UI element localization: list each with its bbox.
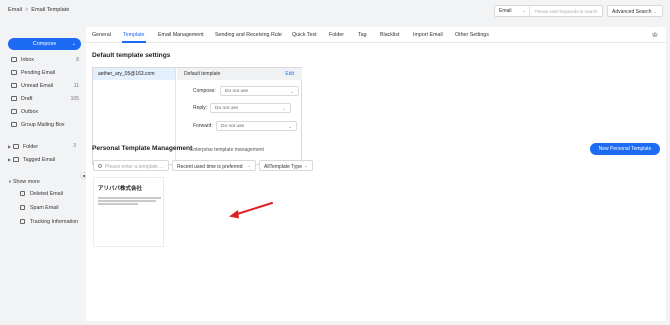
tab-email-management[interactable]: Email Management [158, 32, 204, 38]
help-icon[interactable]: ♔ [652, 31, 658, 39]
tab-general[interactable]: General [92, 32, 111, 38]
sort-select[interactable]: Recent used time is preferred ⌄ [172, 160, 256, 171]
sidebar-item-folder[interactable]: ▶ Folder 3 [8, 142, 78, 151]
search-box: Email ⌄ Please enter keywords to search [494, 5, 603, 17]
compose-label: Compose: [193, 88, 216, 94]
chevron-down-icon: ⌄ [653, 8, 658, 14]
tab-template[interactable]: Template [123, 32, 145, 38]
chevron-down-icon: ⌄ [522, 8, 526, 13]
template-preview-line [98, 200, 156, 202]
red-arrow-annotation [229, 202, 273, 219]
tab-quick-text[interactable]: Quick Text [292, 32, 317, 38]
sidebar-item-pending[interactable]: Pending Email [11, 69, 81, 78]
search-input[interactable]: Please enter keywords to search [535, 9, 597, 14]
tab-import-email[interactable]: Import Email [413, 32, 443, 38]
chevron-down-icon: ⌄ [247, 163, 251, 168]
group-icon [11, 122, 17, 128]
forward-template-select[interactable]: Do not use ⌄ [216, 121, 297, 131]
enterprise-template-link[interactable]: Enterprise template management [190, 147, 264, 153]
tab-tag[interactable]: Tag [358, 32, 367, 38]
top-bar: Email > Email Template Email ⌄ Please enter… [0, 0, 670, 20]
sidebar-item-unread[interactable]: Unread Email 11 [11, 82, 81, 91]
template-preview-line [98, 203, 138, 205]
draft-icon [11, 96, 17, 102]
default-settings-title: Default template settings [92, 52, 171, 59]
template-preview-line [98, 197, 161, 199]
template-card[interactable]: アリババ株式会社 [93, 177, 164, 247]
chevron-down-icon: ⌄ [288, 123, 292, 129]
compose-button[interactable]: Compose ⌄ [8, 38, 81, 50]
breadcrumb-email[interactable]: Email [8, 7, 22, 13]
edit-link[interactable]: Edit [285, 71, 294, 77]
search-icon [98, 163, 102, 168]
breadcrumb: Email > Email Template [8, 7, 69, 13]
tab-blacklist[interactable]: Blacklist [380, 32, 399, 38]
main-panel: General Template Email Management Sendin… [86, 27, 666, 321]
settings-tabs: General Template Email Management Sendin… [86, 27, 666, 43]
sidebar: Compose ⌄ Inbox 8 Pending Email Unread Ema… [0, 28, 84, 325]
sidebar-item-draft[interactable]: Draft 105 [11, 95, 81, 104]
active-tab-indicator [122, 41, 146, 43]
mail-unread-icon [11, 83, 17, 89]
chevron-down-icon: ⌄ [304, 163, 308, 168]
personal-template-title: Personal Template Management [92, 145, 193, 152]
inbox-icon [11, 57, 17, 63]
sidebar-item-inbox[interactable]: Inbox 8 [11, 56, 81, 65]
chevron-down-icon[interactable]: ⌄ [72, 38, 76, 50]
breadcrumb-current: Email Template [31, 7, 70, 13]
tag-icon [13, 157, 19, 163]
trash-icon [20, 191, 25, 197]
compose-template-select[interactable]: Do not use ⌄ [220, 86, 299, 96]
chevron-down-icon: ⌄ [290, 88, 294, 94]
sidebar-item-outbox[interactable]: Outbox [11, 108, 81, 117]
sidebar-item-tagged[interactable]: ▶ Tagged Email [8, 155, 78, 164]
sidebar-item-group-mailing[interactable]: Group Mailing Box [11, 121, 81, 130]
template-search-input[interactable]: Please enter a template ... [93, 160, 169, 171]
chevron-down-icon: ⌄ [282, 105, 286, 111]
sidebar-item-tracking[interactable]: Tracking Information [20, 218, 80, 227]
forward-label: Forward: [193, 123, 213, 129]
account-item[interactable]: aether_ary_05@163.com [93, 68, 175, 80]
draft-count: 105 [70, 96, 79, 102]
inbox-count: 8 [76, 57, 79, 63]
reply-template-select[interactable]: Do not use ⌄ [210, 103, 291, 113]
tab-other-settings[interactable]: Other Settings [455, 32, 489, 38]
sidebar-show-more[interactable]: ▼Show more [8, 177, 78, 186]
default-template-header: Default template Edit [177, 68, 302, 80]
template-card-title: アリババ株式会社 [98, 186, 143, 192]
advanced-search-button[interactable]: Advanced Search ⌄ [607, 5, 663, 17]
breadcrumb-separator: > [25, 7, 29, 13]
spam-icon [20, 205, 25, 211]
tracking-icon [20, 219, 25, 225]
reply-label: Reply: [193, 105, 208, 111]
search-scope-select[interactable]: Email ⌄ [495, 6, 530, 16]
tab-folder[interactable]: Folder [329, 32, 344, 38]
template-type-select[interactable]: AllTemplate Type ⌄ [259, 160, 313, 171]
clock-icon [11, 70, 17, 76]
folder-count: 3 [73, 143, 76, 149]
outbox-icon [11, 109, 17, 115]
tab-sending-receiving-rule[interactable]: Sending and Receiving Rule [215, 32, 282, 38]
sidebar-item-deleted[interactable]: Deleted Email [20, 190, 80, 199]
unread-count: 11 [73, 83, 79, 89]
sidebar-item-spam[interactable]: Spam Email [20, 204, 80, 213]
new-personal-template-button[interactable]: New Personal Template [590, 143, 660, 155]
folder-icon [13, 144, 19, 150]
